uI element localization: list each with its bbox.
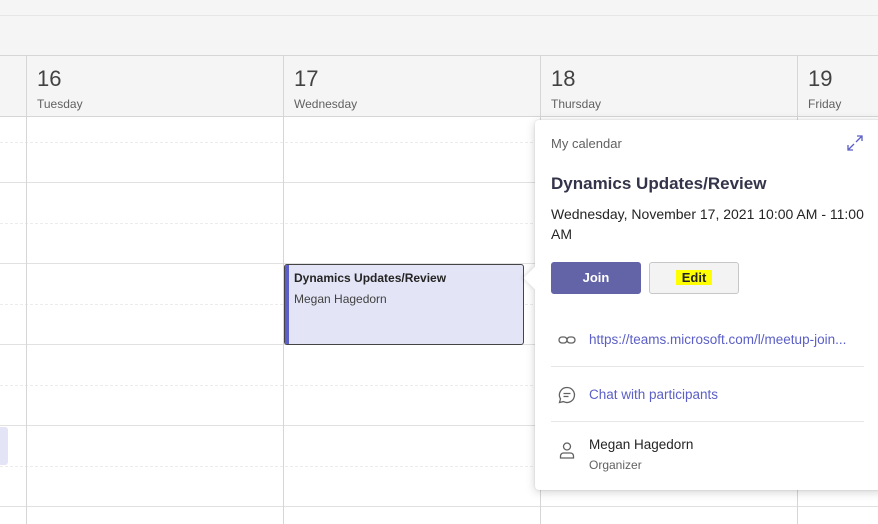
organizer-name: Megan Hagedorn	[589, 437, 694, 452]
partial-event[interactable]	[0, 427, 8, 465]
event-organizer: Megan Hagedorn	[294, 292, 387, 306]
day-number: 17	[294, 66, 319, 91]
popup-time: Wednesday, November 17, 2021 10:00 AM - …	[551, 206, 864, 242]
day-header-wednesday[interactable]: 17 Wednesday	[284, 56, 540, 116]
toolbar-divider	[0, 15, 878, 16]
chat-icon	[557, 385, 577, 405]
person-icon	[557, 440, 577, 460]
meeting-link[interactable]: https://teams.microsoft.com/l/meetup-joi…	[589, 332, 867, 347]
day-name: Thursday	[551, 97, 602, 111]
day-number: 16	[37, 66, 62, 91]
event-details-popup: My calendar Dynamics Updates/Review Wedn…	[523, 120, 878, 490]
expand-icon[interactable]	[846, 134, 864, 152]
edit-button[interactable]: Edit	[649, 262, 739, 294]
divider	[551, 421, 864, 422]
chat-with-participants-link[interactable]: Chat with participants	[589, 387, 867, 402]
event-title: Dynamics Updates/Review	[294, 271, 447, 285]
day-number: 18	[551, 66, 576, 91]
edit-button-label: Edit	[675, 270, 713, 285]
calendar-event[interactable]: Dynamics Updates/Review Megan Hagedorn	[284, 264, 524, 345]
day-header-thursday[interactable]: 18 Thursday	[541, 56, 797, 116]
link-icon	[557, 330, 577, 350]
day-name: Friday	[808, 97, 842, 111]
hour-line	[0, 506, 878, 507]
day-header-friday[interactable]: 19 Friday	[798, 56, 878, 116]
event-accent-bar	[285, 265, 289, 344]
divider	[551, 366, 864, 367]
organizer-role: Organizer	[589, 458, 642, 472]
day-header-tuesday[interactable]: 16 Tuesday	[27, 56, 283, 116]
calendar-name: My calendar	[551, 136, 622, 151]
day-name: Wednesday	[294, 97, 358, 111]
day-name: Tuesday	[37, 97, 83, 111]
top-toolbar-strip	[0, 0, 878, 56]
column-divider	[26, 56, 27, 524]
join-button[interactable]: Join	[551, 262, 641, 294]
day-number: 19	[808, 66, 833, 91]
popup-title: Dynamics Updates/Review	[551, 174, 767, 193]
